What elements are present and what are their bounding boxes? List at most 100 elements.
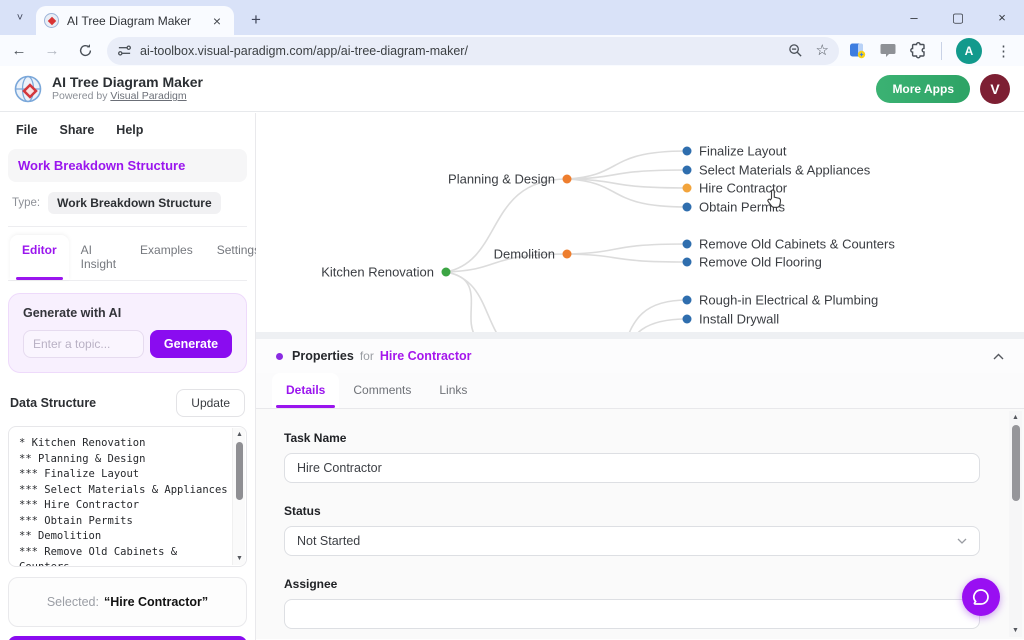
url-text[interactable]: ai-toolbox.visual-paradigm.com/app/ai-tr… xyxy=(140,44,788,58)
site-settings-icon[interactable] xyxy=(117,43,132,58)
tab-ai-insight[interactable]: AI Insight xyxy=(69,235,128,280)
tab-details[interactable]: Details xyxy=(272,373,339,408)
selected-value: “Hire Contractor” xyxy=(104,595,208,609)
tree-link xyxy=(446,272,554,332)
url-bar[interactable]: ai-toolbox.visual-paradigm.com/app/ai-tr… xyxy=(107,37,839,65)
properties-title: Properties xyxy=(292,349,354,363)
app-subtitle: Powered by Visual Paradigm xyxy=(52,90,876,103)
status-select[interactable]: Not Started xyxy=(284,526,980,556)
menu-item-help[interactable]: Help xyxy=(116,123,143,137)
node-finalize-layout[interactable]: Finalize Layout xyxy=(699,144,787,159)
collapse-chevron-icon[interactable] xyxy=(993,353,1004,360)
browser-menu-icon[interactable]: ⋮ xyxy=(996,42,1011,60)
remove-old-cabinets-counters-dot-icon[interactable] xyxy=(683,240,692,249)
finalize-layout-dot-icon[interactable] xyxy=(683,147,692,156)
diagram-canvas[interactable]: Kitchen Renovation Planning & Design Final… xyxy=(256,113,1024,332)
side-panel-icon[interactable] xyxy=(849,42,866,59)
zoom-out-icon[interactable] xyxy=(788,43,803,58)
document-title[interactable]: Work Breakdown Structure xyxy=(8,149,247,182)
node-remove-old-cabinets-counters[interactable]: Remove Old Cabinets & Counters xyxy=(699,237,895,252)
toolbar-separator xyxy=(941,42,942,60)
node-kitchen-renovation[interactable]: Kitchen Renovation xyxy=(321,265,434,280)
node-select-materials-appliances[interactable]: Select Materials & Appliances xyxy=(699,163,871,178)
app-user-avatar[interactable]: V xyxy=(980,74,1010,104)
field-status: StatusNot Started xyxy=(284,504,980,556)
status-value: Not Started xyxy=(297,534,360,548)
menu-bar: File Share Help xyxy=(8,113,247,145)
data-structure-title: Data Structure xyxy=(10,396,96,410)
tree-diagram[interactable]: Kitchen Renovation Planning & Design Final… xyxy=(256,113,1024,332)
node-hire-contractor[interactable]: Hire Contractor xyxy=(699,181,788,196)
field-label-assignee: Assignee xyxy=(284,577,980,591)
browser-profile-avatar[interactable]: A xyxy=(956,38,982,64)
close-button[interactable]: × xyxy=(980,0,1024,35)
comment-icon[interactable] xyxy=(880,43,896,58)
properties-header[interactable]: Properties for Hire Contractor xyxy=(256,339,1024,373)
demolition-dot-icon[interactable] xyxy=(563,250,572,259)
node-demolition[interactable]: Demolition xyxy=(494,247,555,262)
assignee-input[interactable] xyxy=(284,599,980,629)
maximize-button[interactable]: ▢ xyxy=(936,0,980,35)
selected-node-box: Selected: “Hire Contractor” xyxy=(8,577,247,627)
visual-paradigm-link[interactable]: Visual Paradigm xyxy=(110,90,186,102)
tree-link xyxy=(567,254,687,262)
minimize-button[interactable]: – xyxy=(892,0,936,35)
planning-design-dot-icon[interactable] xyxy=(563,175,572,184)
select-materials-appliances-dot-icon[interactable] xyxy=(683,166,692,175)
data-structure-editor[interactable]: * Kitchen Renovation ** Planning & Desig… xyxy=(8,426,247,567)
extensions-puzzle-icon[interactable] xyxy=(910,42,927,59)
tree-link xyxy=(567,179,687,207)
tab-editor[interactable]: Editor xyxy=(10,235,69,280)
tab-links[interactable]: Links xyxy=(425,373,481,408)
tab-comments[interactable]: Comments xyxy=(339,373,425,408)
tab-title: AI Tree Diagram Maker xyxy=(67,14,208,28)
data-structure-text[interactable]: * Kitchen Renovation ** Planning & Desig… xyxy=(9,427,232,566)
tree-link xyxy=(446,272,514,332)
scroll-down-icon[interactable]: ▼ xyxy=(233,555,246,562)
node-planning-design[interactable]: Planning & Design xyxy=(448,172,555,187)
tab-close-icon[interactable]: × xyxy=(208,12,226,30)
hire-contractor-dot-icon[interactable] xyxy=(683,184,692,193)
back-icon[interactable]: ← xyxy=(5,37,33,65)
properties-bullet-icon xyxy=(276,353,283,360)
kitchen-renovation-dot-icon[interactable] xyxy=(442,268,451,277)
scroll-up-icon[interactable]: ▲ xyxy=(1009,414,1022,421)
task-name-input[interactable] xyxy=(284,453,980,483)
menu-item-share[interactable]: Share xyxy=(60,123,95,137)
chat-fab-button[interactable] xyxy=(962,578,1000,616)
generate-children-button[interactable]: Generate Children xyxy=(8,636,247,640)
scroll-down-icon[interactable]: ▼ xyxy=(1009,627,1022,634)
tree-link xyxy=(567,244,687,254)
node-obtain-permits[interactable]: Obtain Permits xyxy=(699,200,785,215)
tab-examples[interactable]: Examples xyxy=(128,235,205,280)
toolbar-extensions: A ⋮ xyxy=(849,38,1011,64)
node-rough-in-electrical-plumbing[interactable]: Rough-in Electrical & Plumbing xyxy=(699,293,878,308)
scrollbar-thumb[interactable] xyxy=(1012,425,1020,501)
install-drywall-dot-icon[interactable] xyxy=(683,315,692,324)
obtain-permits-dot-icon[interactable] xyxy=(683,203,692,212)
node-install-drywall[interactable]: Install Drywall xyxy=(699,312,779,327)
topic-input[interactable] xyxy=(23,330,144,358)
tab-search-icon[interactable]: ˅ xyxy=(8,7,32,29)
menu-item-file[interactable]: File xyxy=(16,123,38,137)
browser-tab[interactable]: AI Tree Diagram Maker × xyxy=(36,6,234,35)
data-structure-scrollbar[interactable]: ▲ ▼ xyxy=(232,428,245,565)
tree-link xyxy=(567,170,687,179)
window-controls: – ▢ × xyxy=(892,0,1024,35)
type-label: Type: xyxy=(12,197,40,209)
rough-in-electrical-plumbing-dot-icon[interactable] xyxy=(683,296,692,305)
tab-favicon-icon xyxy=(44,13,59,28)
node-remove-old-flooring[interactable]: Remove Old Flooring xyxy=(699,255,822,270)
scrollbar-thumb[interactable] xyxy=(236,442,243,500)
bookmark-star-icon[interactable]: ☆ xyxy=(816,43,829,58)
properties-scrollbar[interactable]: ▲ ▼ xyxy=(1009,411,1022,637)
scroll-up-icon[interactable]: ▲ xyxy=(233,431,246,438)
remove-old-flooring-dot-icon[interactable] xyxy=(683,258,692,267)
browser-toolbar: ← → ai-toolbox.visual-paradigm.com/app/a… xyxy=(0,35,1024,66)
generate-button[interactable]: Generate xyxy=(150,330,232,358)
new-tab-button[interactable]: + xyxy=(244,8,268,32)
reload-icon[interactable] xyxy=(71,37,99,65)
update-button[interactable]: Update xyxy=(176,389,245,417)
field-label-task-name: Task Name xyxy=(284,431,980,445)
more-apps-button[interactable]: More Apps xyxy=(876,75,970,103)
